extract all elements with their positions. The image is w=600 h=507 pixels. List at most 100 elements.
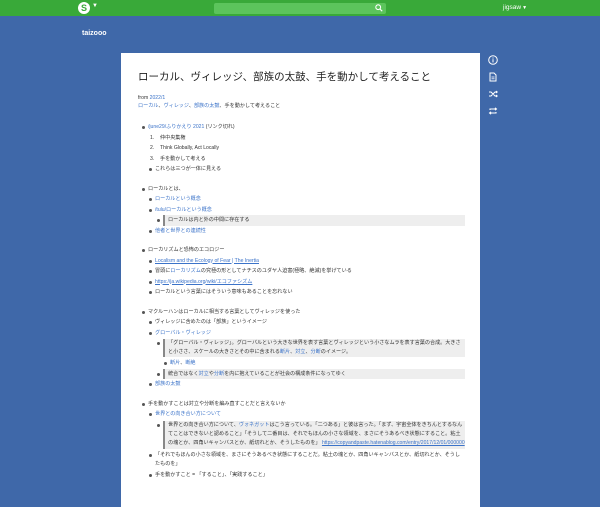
list-item-text: これらは三つが一体に見える: [155, 166, 222, 172]
info-icon: [488, 55, 498, 65]
list-item: /tulu/ローカルという概念: [138, 205, 465, 216]
search-input[interactable]: [214, 3, 374, 14]
tag-link-village[interactable]: ヴィレッジ: [164, 103, 189, 109]
page-title[interactable]: ローカル、ヴィレッジ、部族の太鼓、手を動かして考えること: [138, 70, 465, 84]
continuity-link[interactable]: 他者と世界との連続性: [155, 228, 206, 234]
block-retrospective: /june29/ふりかえり 2021 (リンク切れ) 1. 仲中央集権 2. Thi…: [138, 122, 465, 175]
list-item-text: 手を動かすことは対立や分断を編み直すことだと言えないか: [148, 400, 286, 407]
global-village-link[interactable]: グローバル・ヴィレッジ: [155, 330, 211, 336]
quote-line: 世界との向き合い方について、ヴォネガットはこう言っている。「二つある」と彼は言っ…: [138, 420, 465, 450]
division-link[interactable]: 分断: [214, 371, 224, 377]
conflict-link[interactable]: 対立: [199, 371, 209, 377]
user-name: jigsaw: [503, 4, 522, 11]
project-name[interactable]: taizooo: [82, 30, 107, 37]
tag-link-local[interactable]: ローカル: [138, 103, 158, 109]
quote-line: ローカルは内と外の中間に存在する: [138, 215, 465, 226]
quote-line: 「グローバル・ヴィレッジ」。グローバルという大きな世界を表す言葉とヴィレッジとい…: [138, 338, 465, 358]
broken-link-note: (リンク切れ): [205, 124, 235, 130]
fragment-link[interactable]: 断片: [280, 349, 290, 355]
list-item-text: の究極の形としてナチスのユダヤ人迫害(極略、絶滅)を挙げている: [200, 268, 352, 274]
page-card: ローカル、ヴィレッジ、部族の太鼓、手を動かして考えること from 2022/1…: [121, 53, 480, 507]
list-item: https://ja.wikipedia.org/wiki/エコファシズム: [138, 277, 465, 288]
list-item: 手を動かすこと = 「すること」、「実践すること」: [138, 470, 465, 481]
quote-line: 統合ではなく対立や分断を内に抱えていることが社会の構成条件になってゆく: [138, 368, 465, 380]
chevron-down-icon: ▼: [522, 5, 528, 11]
list-item-text: 冒頭に: [155, 268, 171, 274]
list-item: /june29/ふりかえり 2021 (リンク切れ): [138, 122, 465, 133]
block-hands: 手を動かすことは対立や分断を編み直すことだと言えないか 世界との向き合い方につい…: [138, 399, 465, 481]
quote-part: のイメージ。: [320, 349, 352, 356]
list-item: 部族の太鼓: [138, 379, 465, 390]
list-item-text: ローカルという言葉にはそういう意味もあることを忘れない: [155, 289, 293, 295]
tulu-local-concept-link[interactable]: /tulu/ローカルという概念: [155, 207, 212, 213]
list-item: 「それでもほんの小さな領域を、まさにそうあるべき状態にすることだ。粘土の塊とか、…: [138, 450, 465, 470]
new-page-button[interactable]: [486, 70, 500, 84]
tags-line: ローカル、ヴィレッジ、部族の太鼓、手を動かして考えること: [138, 103, 281, 109]
page-content: ローカル、ヴィレッジ、部族の太鼓、手を動かして考えること from 2022/1…: [138, 70, 465, 480]
vonnegut-link[interactable]: ヴォネガット: [239, 422, 270, 428]
numbered-item-text: Think Globally, Act Locally: [160, 145, 220, 151]
list-item: ヴィレッジに含めたのは「部族」というイメージ: [138, 317, 465, 328]
list-item-text: ローカルとは、: [148, 185, 184, 192]
inertia-article-link[interactable]: Localism and the Ecology of Fear | The I…: [155, 258, 259, 264]
quote-text: ローカルは内と外の中間に存在する: [163, 215, 465, 226]
from-line: from 2022/1: [138, 94, 465, 102]
history-button[interactable]: [486, 104, 500, 118]
user-menu[interactable]: jigsaw▼: [503, 4, 527, 11]
numbered-item-text: 手を動かして考える: [160, 155, 206, 162]
search-box: [214, 3, 386, 14]
list-item-text: マクルーハンはローカルに相当する言葉としてヴィレッジを使った: [148, 308, 301, 315]
block-localism: ローカリズムと恐怖のエコロジー Localism and the Ecology…: [138, 245, 465, 298]
blog-entry-link[interactable]: https://copyandpaste.hatenablog.com/entr…: [322, 440, 465, 446]
list-item: これらは三つが一体に見える: [138, 164, 465, 175]
list-item: Localism and the Ecology of Fear | The I…: [138, 256, 465, 267]
quote-text: 「グローバル・ヴィレッジ」。グローバルという大きな世界を表す言葉とヴィレッジとい…: [163, 339, 465, 358]
random-page-button[interactable]: [486, 87, 500, 101]
list-item-text: 手を動かすこと = 「すること」、「実践すること」: [155, 471, 268, 478]
list-item-text: ローカリズムと恐怖のエコロジー: [148, 247, 225, 253]
list-item: ローカリズムと恐怖のエコロジー: [138, 245, 465, 256]
document-icon: [489, 72, 497, 82]
quote-part: 「グローバル・ヴィレッジ」。グローバルという大きな世界を表す言葉とヴィレッジとい…: [168, 340, 390, 346]
quote-part: 統合ではなく: [168, 370, 199, 377]
tribal-drum-link[interactable]: 部族の太鼓: [155, 381, 180, 387]
tag-link-tribal-drum[interactable]: 部族の太鼓: [194, 103, 219, 109]
numbered-item: 3. 手を動かして考える: [150, 155, 206, 162]
local-concept-link[interactable]: ローカルという概念: [155, 196, 201, 202]
list-item: 断片、断絶: [138, 358, 465, 369]
retro-link[interactable]: /june29/ふりかえり 2021: [148, 124, 204, 130]
list-item: グローバル・ヴィレッジ: [138, 328, 465, 339]
numbered-item: 2. Think Globally, Act Locally: [150, 145, 220, 151]
chevron-down-icon[interactable]: ▼: [92, 3, 98, 9]
list-item-text: ヴィレッジに含めたのは「部族」というイメージ: [155, 319, 267, 325]
quote-text: 統合ではなく対立や分断を内に抱えていることが社会の構成条件になってゆく: [163, 368, 465, 380]
shuffle-icon: [489, 90, 499, 98]
page-sidebar: [486, 53, 500, 121]
from-label: from: [138, 95, 149, 101]
list-item: 他者と世界との連続性: [138, 226, 465, 237]
quote-part: 世界との向き合い方について、: [168, 421, 239, 428]
search-icon[interactable]: [375, 4, 383, 12]
top-bar: S ▼ jigsaw▼: [0, 0, 600, 16]
fragment-link[interactable]: 断片: [170, 360, 180, 366]
block-village: マクルーハンはローカルに相当する言葉としてヴィレッジを使った ヴィレッジに含めた…: [138, 307, 465, 390]
numbered-item-text: 仲中央集権: [160, 134, 186, 141]
division-link[interactable]: 分断: [311, 349, 321, 355]
quote-text: 世界との向き合い方について、ヴォネガットはこう言っている。「二つある」と彼は言っ…: [163, 420, 465, 449]
localism-link[interactable]: ローカリズム: [170, 268, 201, 274]
app-logo[interactable]: S: [78, 2, 90, 14]
numbered-item: 1. 仲中央集権: [150, 134, 186, 141]
repeat-icon: [488, 107, 498, 115]
list-item: 世界との向き合い方について: [138, 409, 465, 420]
list-item: 冒頭にローカリズムの究極の形としてナチスのユダヤ人迫害(極略、絶滅)を挙げている: [138, 266, 465, 277]
facing-world-link[interactable]: 世界との向き合い方について: [155, 411, 221, 417]
list-item: ローカルという言葉にはそういう意味もあることを忘れない: [138, 287, 465, 298]
tag-suffix: 手を動かして考えること: [224, 103, 281, 109]
info-button[interactable]: [486, 53, 500, 67]
from-link[interactable]: 2022/1: [150, 95, 166, 101]
ecofascism-link[interactable]: https://ja.wikipedia.org/wiki/エコファシズム: [155, 279, 252, 285]
disconnection-link[interactable]: 断絶: [185, 360, 195, 366]
conflict-link[interactable]: 対立: [295, 349, 305, 355]
block-local: ローカルとは、 ローカルという概念 /tulu/ローカルという概念 ローカルは内…: [138, 184, 465, 237]
quote-part: を内に抱えていることが社会の構成条件になってゆく: [224, 370, 346, 377]
